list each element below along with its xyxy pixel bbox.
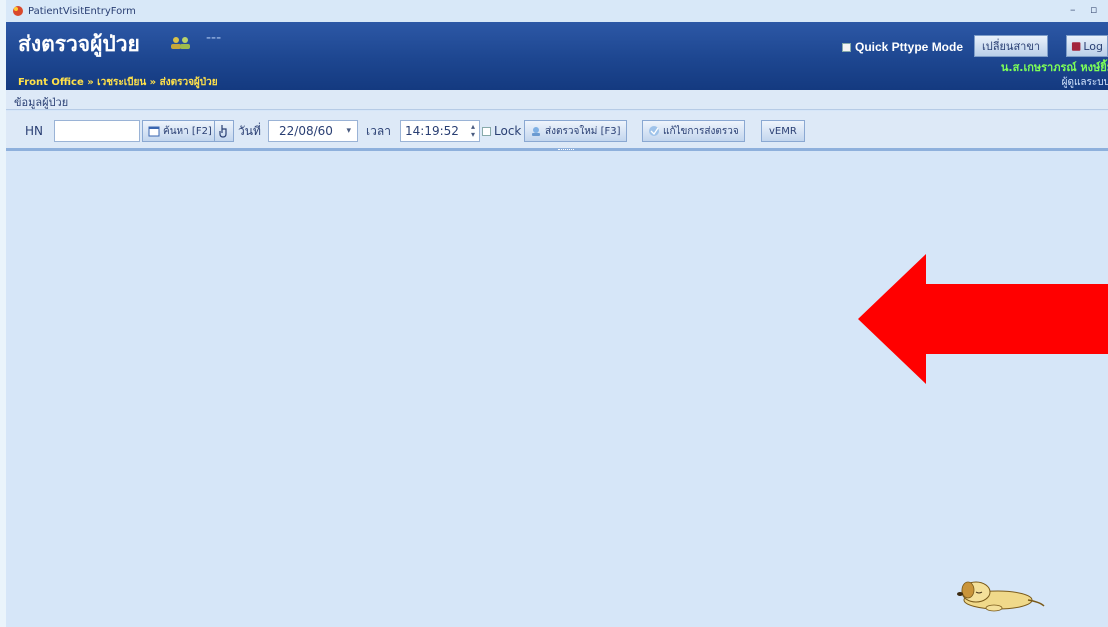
- title-bar: PatientVisitEntryForm – ▫: [6, 0, 1108, 22]
- lock-toggle[interactable]: Lock: [482, 120, 521, 142]
- main-content-area: [6, 154, 1108, 627]
- section-label: ข้อมูลผู้ป่วย: [14, 96, 69, 109]
- new-visit-button[interactable]: ส่งตรวจใหม่ [F3]: [524, 120, 627, 142]
- change-branch-button[interactable]: เปลี่ยนสาขา: [974, 35, 1049, 57]
- edit-visit-button[interactable]: แก้ไขการส่งตรวจ: [642, 120, 745, 142]
- new-visit-label: ส่งตรวจใหม่ [F3]: [545, 125, 621, 137]
- new-visit-icon: [532, 127, 540, 136]
- logout-icon: [1071, 41, 1081, 51]
- search-label: ค้นหา [F2]: [163, 125, 212, 137]
- hn-label: HN: [25, 124, 43, 138]
- user-name: น.ส.เกษราภรณ์ หงษ์ยิ้ม: [1000, 61, 1108, 74]
- calendar-icon: [148, 126, 160, 137]
- time-value: 14:19:52: [405, 124, 459, 138]
- users-icon: [171, 37, 190, 49]
- header-banner: ส่งตรวจผู้ป่วย --- Front Office » เวชระเ…: [6, 22, 1108, 90]
- time-spinner-icon[interactable]: ▴ ▾: [471, 123, 475, 139]
- date-picker[interactable]: 22/08/60 ▾: [268, 120, 358, 142]
- header-dots: ---: [206, 30, 222, 46]
- quick-pttype-label: Quick Pttype Mode: [855, 40, 964, 54]
- splitter-grip[interactable]: [558, 149, 574, 152]
- time-input[interactable]: 14:19:52 ▴ ▾: [400, 120, 480, 142]
- sleeping-dog-icon: [957, 581, 1045, 612]
- minimize-button[interactable]: –: [1070, 3, 1076, 16]
- hn-input[interactable]: [54, 120, 140, 142]
- lock-label: Lock: [494, 124, 522, 138]
- visit-toolbar: HN ค้นหา [F2] วันที่ 22/08/60 ▾ เวลา 14:…: [6, 111, 1108, 151]
- logout-label: Log: [1083, 39, 1103, 53]
- search-button[interactable]: ค้นหา [F2]: [142, 120, 218, 142]
- quick-pttype-checkbox[interactable]: [842, 42, 851, 52]
- app-icon: [13, 6, 23, 16]
- date-label: วันที่: [238, 123, 261, 138]
- page-title: ส่งตรวจผู้ป่วย: [18, 32, 140, 56]
- edit-visit-label: แก้ไขการส่งตรวจ: [663, 125, 739, 137]
- time-label: เวลา: [366, 123, 391, 138]
- window-title: PatientVisitEntryForm: [28, 5, 136, 17]
- breadcrumb[interactable]: Front Office » เวชระเบียน » ส่งตรวจผู้ป่…: [18, 75, 218, 90]
- patient-visit-entry-window: PatientVisitEntryForm – ▫ ส่งตรวจผู้ป่วย…: [6, 0, 1108, 627]
- lock-checkbox[interactable]: [482, 126, 491, 136]
- patient-info-section: ข้อมูลผู้ป่วย: [6, 90, 1108, 110]
- user-role: ผู้ดูแลระบบ: [1061, 77, 1108, 88]
- pointer-icon: [219, 125, 227, 138]
- date-value: 22/08/60: [279, 124, 333, 138]
- date-dropdown-icon[interactable]: ▾: [346, 126, 351, 136]
- logout-button[interactable]: Log: [1066, 35, 1108, 57]
- pointer-button[interactable]: [214, 120, 234, 142]
- edit-visit-icon: [649, 126, 659, 136]
- red-arrow: [858, 254, 1108, 384]
- maximize-button[interactable]: ▫: [1090, 3, 1097, 16]
- quick-pttype-toggle[interactable]: Quick Pttype Mode: [842, 40, 963, 54]
- vemr-button[interactable]: vEMR: [761, 120, 805, 142]
